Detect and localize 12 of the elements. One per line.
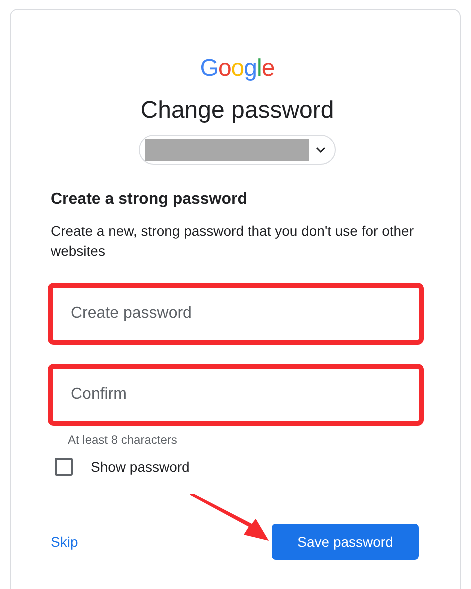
save-button[interactable]: Save password (272, 524, 419, 560)
checkbox[interactable] (55, 458, 73, 476)
arrow-icon (189, 494, 270, 542)
google-logo: Google (200, 55, 275, 83)
hint-text: At least 8 characters (68, 433, 178, 447)
description-text: Create a new, strong password that you don't use for other websites (51, 222, 415, 261)
password-field[interactable]: Confirm (48, 364, 424, 426)
page-title: Change password (140, 97, 334, 125)
password-field[interactable]: Create password (48, 283, 424, 345)
skip-link[interactable]: Skip (51, 534, 78, 550)
checkbox-label: Show password (91, 459, 190, 475)
section-heading: Create a strong password (51, 191, 248, 209)
